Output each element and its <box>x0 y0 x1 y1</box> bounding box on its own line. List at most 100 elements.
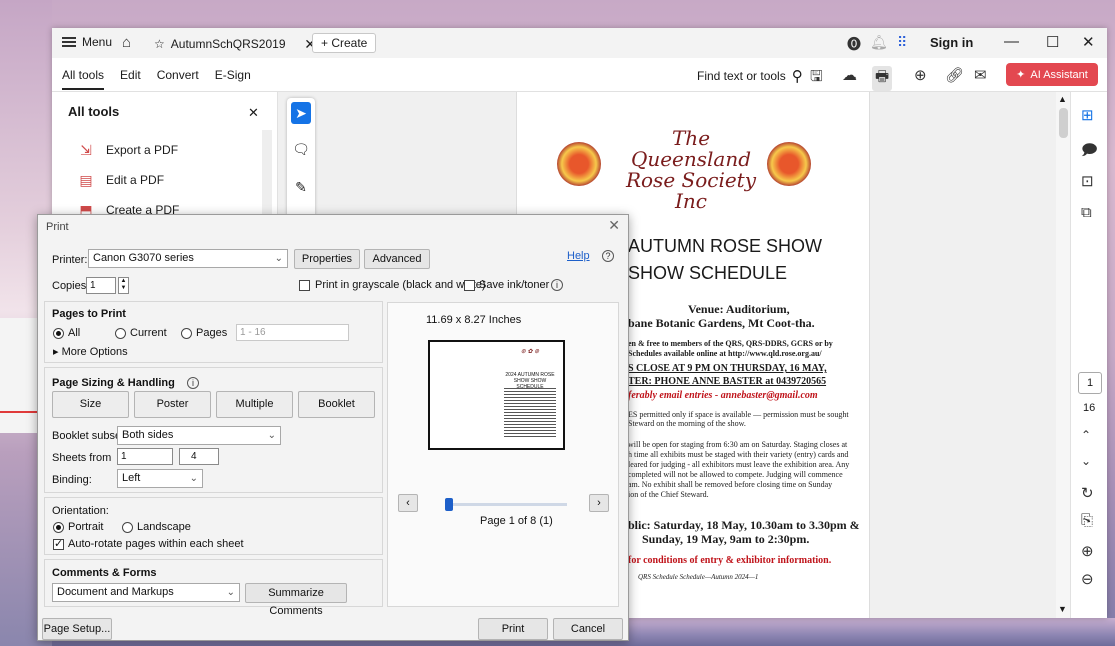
orientation-group: Orientation: Portrait Landscape Auto-rot… <box>44 497 383 555</box>
print-icon[interactable]: 🖶 <box>872 66 893 91</box>
document-scrollbar[interactable]: ▲ ▼ <box>1056 92 1070 618</box>
save-icon[interactable]: 🖫 <box>810 66 823 91</box>
nav-all-tools[interactable]: All tools <box>62 68 105 90</box>
current-page-radio[interactable] <box>115 328 126 339</box>
comments-forms-select[interactable]: Document and Markups ⌄ <box>52 583 240 602</box>
page-fit-icon[interactable]: ⎘ <box>1081 512 1093 529</box>
comment-tool-icon[interactable]: 🗨︎ <box>291 138 311 160</box>
link-icon[interactable]: 🔗︎ <box>945 66 964 84</box>
maximize-icon[interactable]: ☐ <box>1046 33 1059 51</box>
doc-public-1: blic: Saturday, 18 May, 10.30am to 3.30p… <box>628 518 860 532</box>
sheets-from-input[interactable]: 1 <box>117 448 173 465</box>
booklet-subset-label: Booklet subset: <box>52 430 128 442</box>
ai-assistant-button[interactable]: ✦ AI Assistant <box>1006 63 1098 86</box>
close-window-icon[interactable]: ✕ <box>1082 33 1095 51</box>
pages-radio[interactable] <box>181 328 192 339</box>
help-link[interactable]: Help <box>567 250 590 262</box>
grayscale-checkbox[interactable] <box>299 280 310 291</box>
print-dialog: Print ✕ Printer: Canon G3070 series ⌄ Pr… <box>37 214 629 641</box>
booklet-button[interactable]: Booklet <box>298 391 375 418</box>
binding-select[interactable]: Left ⌄ <box>117 469 203 488</box>
sheets-to-value: 4 <box>191 451 197 462</box>
select-tool-icon[interactable]: ➤ <box>291 102 311 124</box>
page-slider[interactable] <box>445 498 567 511</box>
save-ink-checkbox[interactable] <box>464 280 475 291</box>
save-ink-label: Save ink/toner <box>479 279 550 291</box>
cancel-button[interactable]: Cancel <box>553 618 623 640</box>
generative-summary-icon[interactable]: ⊞ <box>1081 106 1094 124</box>
printer-select[interactable]: Canon G3070 series ⌄ <box>88 249 288 268</box>
more-options-toggle[interactable]: ▸ More Options <box>53 345 128 358</box>
nav-edit[interactable]: Edit <box>120 68 141 90</box>
close-panel-icon[interactable]: ✕ <box>248 105 259 121</box>
multiple-button[interactable]: Multiple <box>216 391 293 418</box>
create-button[interactable]: + Create <box>312 33 377 53</box>
help-icon[interactable]: ⓿ <box>847 34 861 54</box>
quick-tools-strip: ➤ 🗨︎ ✎ <box>287 98 315 218</box>
nav-convert[interactable]: Convert <box>157 68 199 90</box>
pages-icon[interactable]: ⧉ <box>1081 204 1092 221</box>
slider-knob[interactable] <box>445 498 453 511</box>
next-page-button[interactable]: › <box>589 494 609 512</box>
menu-button[interactable]: Menu <box>62 35 112 49</box>
pages-range-input[interactable]: 1 - 16 <box>236 324 349 341</box>
chevron-up-icon[interactable]: ⌃ <box>1081 428 1091 442</box>
ai-assistant-label: AI Assistant <box>1030 68 1088 81</box>
chevron-down-icon[interactable]: ⌄ <box>1081 454 1091 468</box>
page-sizing-info-icon[interactable]: i <box>187 377 199 389</box>
copies-input[interactable]: 1 <box>86 277 116 294</box>
star-icon[interactable]: ☆ <box>154 37 165 51</box>
orientation-label: Orientation: <box>52 505 109 517</box>
bell-icon[interactable]: 🔔︎ <box>870 34 888 51</box>
portrait-radio[interactable] <box>53 522 64 533</box>
doc-email: ferably email entries - annebaster@gmail… <box>628 390 818 401</box>
copies-stepper[interactable]: ▲ ▼ <box>118 277 129 294</box>
page-setup-button[interactable]: Page Setup... <box>42 618 112 640</box>
hamburger-icon <box>62 37 76 47</box>
find-text-button[interactable]: Find text or tools ⚲ <box>697 67 803 85</box>
scroll-thumb[interactable] <box>1059 108 1068 138</box>
advanced-button[interactable]: Advanced <box>364 249 430 269</box>
size-button[interactable]: Size <box>52 391 129 418</box>
document-tab[interactable]: ☆ AutumnSchQRS2019 ✕ <box>148 32 316 56</box>
zoom-in-icon[interactable]: ⊕ <box>1081 542 1094 560</box>
upload-cloud-icon[interactable]: ☁ <box>842 66 857 84</box>
mail-icon[interactable]: ✉ <box>974 66 987 84</box>
poster-button[interactable]: Poster <box>134 391 211 418</box>
search-zoom-icon[interactable]: ⊕ <box>914 66 927 84</box>
all-pages-radio[interactable] <box>53 328 64 339</box>
tool-edit-pdf[interactable]: ▤ Edit a PDF <box>78 172 164 188</box>
preview-thumbnail: ⊛ ✿ ⊛ 2024 AUTUMN ROSE SHOW SHOW SCHEDUL… <box>428 340 565 450</box>
landscape-radio[interactable] <box>122 522 133 533</box>
prev-page-button[interactable]: ‹ <box>398 494 418 512</box>
scroll-down-icon[interactable]: ▼ <box>1058 604 1067 614</box>
chevron-down-icon: ⌄ <box>274 253 283 264</box>
sheets-to-input[interactable]: 4 <box>179 448 219 465</box>
properties-button[interactable]: Properties <box>294 249 360 269</box>
sign-in-button[interactable]: Sign in <box>930 35 973 50</box>
total-pages: 16 <box>1083 402 1096 414</box>
zoom-out-icon[interactable]: ⊖ <box>1081 570 1094 588</box>
comments-forms-group: Comments & Forms Document and Markups ⌄ … <box>44 559 383 617</box>
save-ink-info-icon[interactable]: i <box>551 279 563 291</box>
refresh-icon[interactable]: ↻ <box>1081 484 1094 502</box>
apps-grid-icon[interactable]: ⠿ <box>897 34 907 51</box>
auto-rotate-checkbox[interactable] <box>53 537 64 550</box>
minimize-icon[interactable]: — <box>1004 33 1019 50</box>
print-button[interactable]: Print <box>478 618 548 640</box>
draw-tool-icon[interactable]: ✎ <box>291 176 311 198</box>
dialog-close-icon[interactable]: ✕ <box>608 217 620 234</box>
scroll-up-icon[interactable]: ▲ <box>1058 94 1067 104</box>
comments-icon[interactable]: 🗩 <box>1081 140 1098 165</box>
current-page-input[interactable]: 1 <box>1078 372 1102 394</box>
booklet-subset-select[interactable]: Both sides ⌄ <box>117 426 281 445</box>
home-icon[interactable]: ⌂ <box>122 34 131 51</box>
pages-to-print-group: Pages to Print All Current Pages 1 - 16 … <box>44 301 383 363</box>
summarize-comments-button[interactable]: Summarize Comments <box>245 583 347 617</box>
bookmarks-icon[interactable]: ⊡ <box>1081 172 1094 190</box>
nav-esign[interactable]: E-Sign <box>215 68 251 90</box>
help-info-icon[interactable]: ? <box>602 250 614 262</box>
booklet-subset-value: Both sides <box>122 429 174 441</box>
tool-export-pdf[interactable]: ⇲ Export a PDF <box>78 142 178 158</box>
more-options-label: More Options <box>61 346 128 358</box>
